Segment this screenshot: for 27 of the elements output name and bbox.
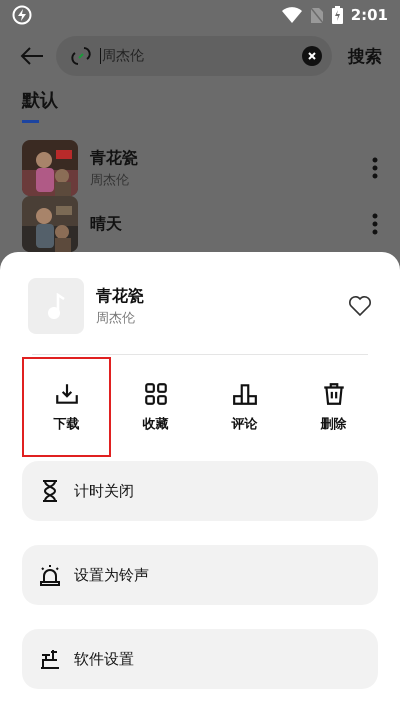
song-artist: 周杰伦: [96, 310, 136, 326]
song-title: 晴天: [90, 214, 123, 234]
timer-option[interactable]: 计时关闭: [22, 461, 378, 521]
settings-option[interactable]: 软件设置: [22, 629, 378, 689]
no-sim-icon: [310, 6, 324, 24]
more-icon[interactable]: [372, 213, 378, 235]
grid-icon: [142, 381, 168, 407]
like-button[interactable]: [348, 295, 372, 317]
alarm-icon: [38, 563, 62, 587]
song-title: 青花瓷: [96, 286, 145, 306]
comment-button[interactable]: 评论: [200, 357, 289, 457]
clear-icon[interactable]: [302, 46, 322, 66]
download-button[interactable]: 下载: [22, 357, 111, 457]
search-button[interactable]: 搜索: [344, 44, 386, 68]
battery-icon: [332, 6, 343, 24]
wifi-icon: [282, 7, 302, 23]
collect-button[interactable]: 收藏: [111, 357, 200, 457]
more-icon[interactable]: [372, 157, 378, 179]
ringtone-option[interactable]: 设置为铃声: [22, 545, 378, 605]
song-title: 青花瓷: [90, 148, 139, 168]
tab[interactable]: 默认: [22, 88, 58, 123]
link-icon: [70, 45, 92, 67]
back-icon[interactable]: [20, 46, 44, 66]
flash-icon: [12, 5, 32, 25]
delete-button[interactable]: 删除: [289, 357, 378, 457]
song-artist: 周杰伦: [90, 172, 130, 188]
status-time: 2:01: [350, 6, 388, 24]
